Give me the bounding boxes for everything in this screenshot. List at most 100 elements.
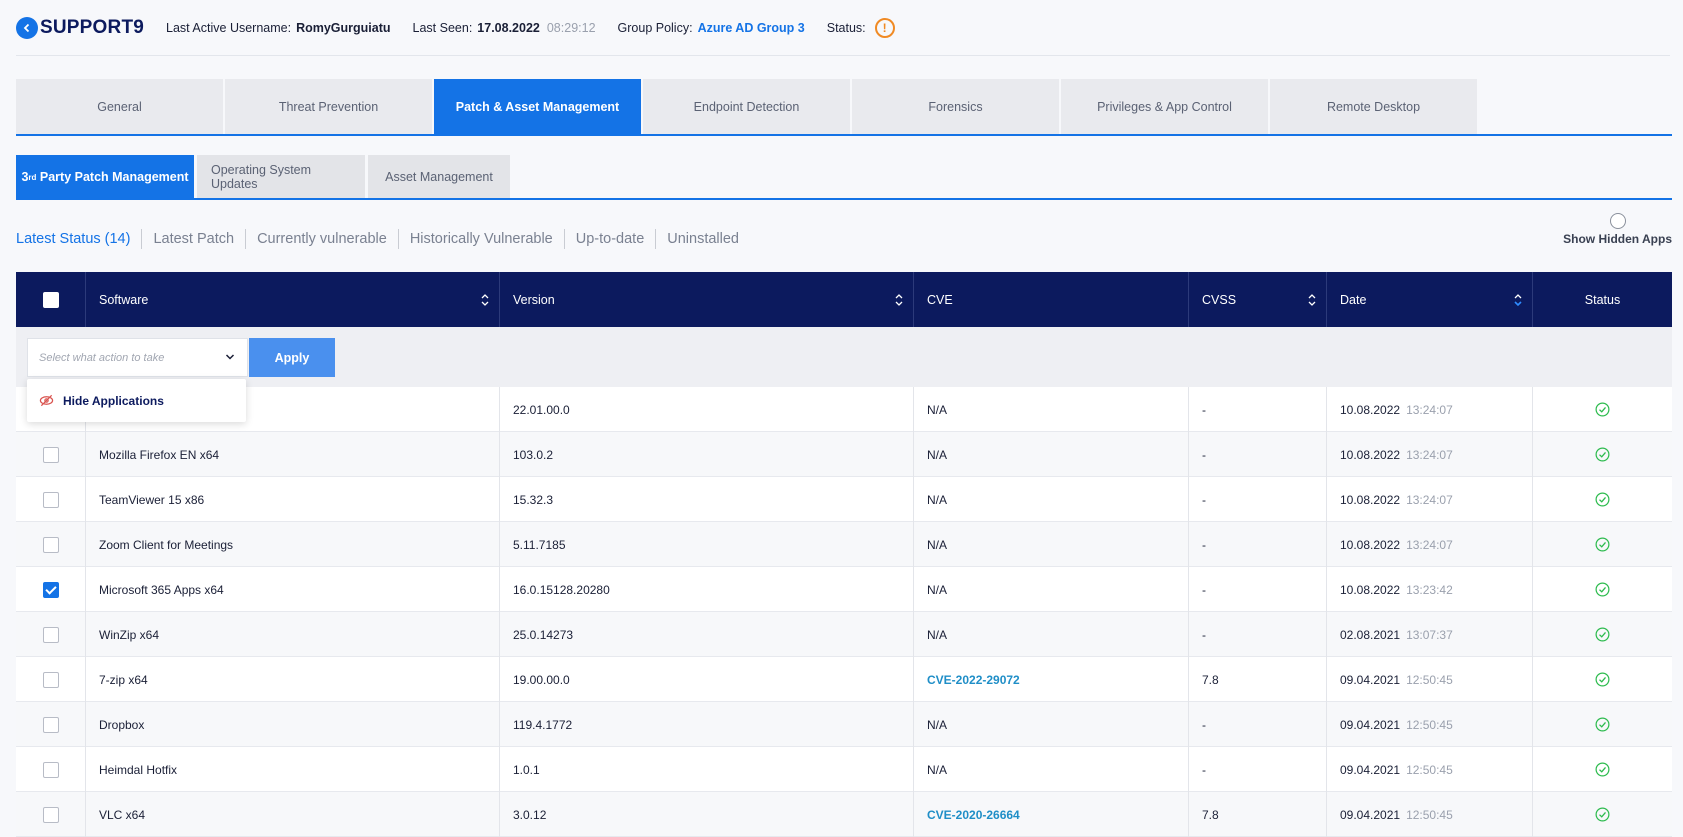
group-policy-link[interactable]: Azure AD Group 3 (698, 21, 805, 35)
show-hidden-apps-radio[interactable] (1609, 213, 1626, 229)
subtab-asset-management[interactable]: Asset Management (368, 155, 510, 199)
column-date-label: Date (1340, 292, 1367, 307)
row-select-cell (16, 702, 86, 747)
cve-cell: CVE-2020-26664 (914, 792, 1189, 837)
tab-threat-prevention[interactable]: Threat Prevention (225, 79, 432, 134)
row-checkbox[interactable] (42, 671, 59, 688)
tab-general[interactable]: General (16, 79, 223, 134)
select-all-checkbox[interactable] (42, 291, 59, 308)
cvss-cell: - (1189, 387, 1327, 432)
tab-privileges-app-control[interactable]: Privileges & App Control (1061, 79, 1268, 134)
device-name: SUPPORT9 (40, 17, 145, 38)
row-checkbox[interactable] (42, 716, 59, 733)
chevron-left-icon (23, 23, 30, 33)
show-hidden-apps-toggle: Show Hidden Apps (1563, 213, 1672, 246)
cvss-cell: 7.8 (1189, 792, 1327, 837)
row-select-cell (16, 747, 86, 792)
status-label: Status: (826, 21, 866, 35)
tab-forensics[interactable]: Forensics (852, 79, 1059, 134)
row-checkbox[interactable] (42, 806, 59, 823)
cve-value: N/A (927, 762, 948, 777)
table-row[interactable]: Microsoft 365 Apps x64 16.0.15128.20280 N/… (16, 567, 1672, 612)
cve-link[interactable]: CVE-2020-26664 (927, 808, 1020, 822)
status-cell (1533, 432, 1672, 477)
cve-value: N/A (927, 537, 948, 552)
row-checkbox[interactable] (42, 581, 59, 598)
cve-cell: CVE-2022-29072 (914, 657, 1189, 702)
row-checkbox[interactable] (42, 536, 59, 553)
date-value: 09.04.2021 (1340, 672, 1401, 687)
version-cell: 25.0.14273 (500, 612, 914, 657)
check-circle-icon (1595, 762, 1610, 777)
row-select-cell (16, 432, 86, 477)
cvss-cell: - (1189, 702, 1327, 747)
table-row[interactable]: 22.01.00.0 N/A -10.08.2022 13:24:07 (16, 387, 1672, 432)
row-checkbox[interactable] (42, 626, 59, 643)
filter-up-to-date[interactable]: Up-to-date (563, 229, 656, 249)
cve-link[interactable]: CVE-2022-29072 (927, 673, 1020, 687)
software-cell: Dropbox (86, 702, 500, 747)
time-value: 13:24:07 (1406, 402, 1453, 417)
last-seen-info: Last Seen: 17.08.2022 08:29:12 (413, 21, 596, 35)
cve-value: N/A (927, 492, 948, 507)
hide-applications-menu-item[interactable]: Hide Applications (27, 379, 246, 422)
table-row[interactable]: VLC x64 3.0.12 CVE-2020-26664 7.8 09.04.2021… (16, 792, 1672, 837)
version-cell: 15.32.3 (500, 477, 914, 522)
column-software[interactable]: Software (86, 272, 500, 327)
row-select-cell (16, 657, 86, 702)
date-cell: 10.08.2022 13:24:07 (1327, 387, 1533, 432)
date-cell: 09.04.2021 12:50:45 (1327, 792, 1533, 837)
table-row[interactable]: WinZip x64 25.0.14273 N/A -02.08.2021 13:07:… (16, 612, 1672, 657)
tab-patch-asset-management[interactable]: Patch & Asset Management (434, 79, 641, 134)
check-circle-icon (1595, 627, 1610, 642)
filter-uninstalled[interactable]: Uninstalled (655, 229, 750, 249)
table-row[interactable]: Dropbox 119.4.1772 N/A -09.04.2021 12:50:45 (16, 702, 1672, 747)
check-circle-icon (1595, 402, 1610, 417)
check-circle-icon (1595, 807, 1610, 822)
row-select-cell (16, 477, 86, 522)
apply-button[interactable]: Apply (249, 338, 335, 377)
table-row[interactable]: 7-zip x64 19.00.00.0 CVE-2022-29072 7.8 09.0… (16, 657, 1672, 702)
filter-latest-status[interactable]: Latest Status (14) (16, 229, 141, 249)
warning-icon[interactable]: ! (874, 18, 895, 38)
table-row[interactable]: Zoom Client for Meetings 5.11.7185 N/A -10.… (16, 522, 1672, 567)
column-date[interactable]: Date (1327, 272, 1533, 327)
cve-cell: N/A (914, 432, 1189, 477)
table-row[interactable]: Mozilla Firefox EN x64 103.0.2 N/A -10.08.2… (16, 432, 1672, 477)
date-value: 10.08.2022 (1340, 447, 1401, 462)
device-header: SUPPORT9 Last Active Username: RomyGurgu… (16, 12, 1667, 44)
last-active-info: Last Active Username: RomyGurguiatu (166, 21, 391, 35)
sort-icon[interactable] (1308, 292, 1316, 308)
bulk-action-bar: Select what action to take Apply (16, 327, 1672, 387)
row-select-cell (16, 567, 86, 612)
subtab-os-updates[interactable]: Operating System Updates (197, 155, 365, 199)
sort-icon[interactable] (481, 292, 489, 308)
table-row[interactable]: TeamViewer 15 x86 15.32.3 N/A -10.08.2022 13… (16, 477, 1672, 522)
subtab-label-rest: Party Patch Management (36, 170, 189, 184)
tab-remote-desktop[interactable]: Remote Desktop (1270, 79, 1477, 134)
date-value: 10.08.2022 (1340, 492, 1401, 507)
row-checkbox[interactable] (42, 491, 59, 508)
filter-historically-vulnerable[interactable]: Historically Vulnerable (397, 229, 564, 249)
filter-latest-patch[interactable]: Latest Patch (141, 229, 245, 249)
status-info: Status: ! (827, 18, 895, 38)
status-cell (1533, 567, 1672, 612)
sort-desc-icon[interactable] (1514, 292, 1522, 308)
column-status-label: Status (1584, 292, 1621, 307)
column-cve: CVE (914, 272, 1189, 327)
sub-tabs-underline (16, 198, 1672, 200)
table-row[interactable]: Heimdal Hotfix 1.0.1 N/A -09.04.2021 12:50:4… (16, 747, 1672, 792)
status-cell (1533, 702, 1672, 747)
subtab-3rd-party-patch-management[interactable]: 3rd Party Patch Management (16, 155, 194, 199)
back-button[interactable] (16, 17, 38, 39)
filter-currently-vulnerable[interactable]: Currently vulnerable (245, 229, 398, 249)
row-checkbox[interactable] (42, 761, 59, 778)
column-cvss[interactable]: CVSS (1189, 272, 1327, 327)
row-checkbox[interactable] (42, 446, 59, 463)
sort-icon[interactable] (895, 292, 903, 308)
tab-endpoint-detection[interactable]: Endpoint Detection (643, 79, 850, 134)
last-seen-label: Last Seen: (412, 21, 473, 35)
action-select[interactable]: Select what action to take (27, 338, 248, 377)
column-version[interactable]: Version (500, 272, 914, 327)
version-cell: 119.4.1772 (500, 702, 914, 747)
